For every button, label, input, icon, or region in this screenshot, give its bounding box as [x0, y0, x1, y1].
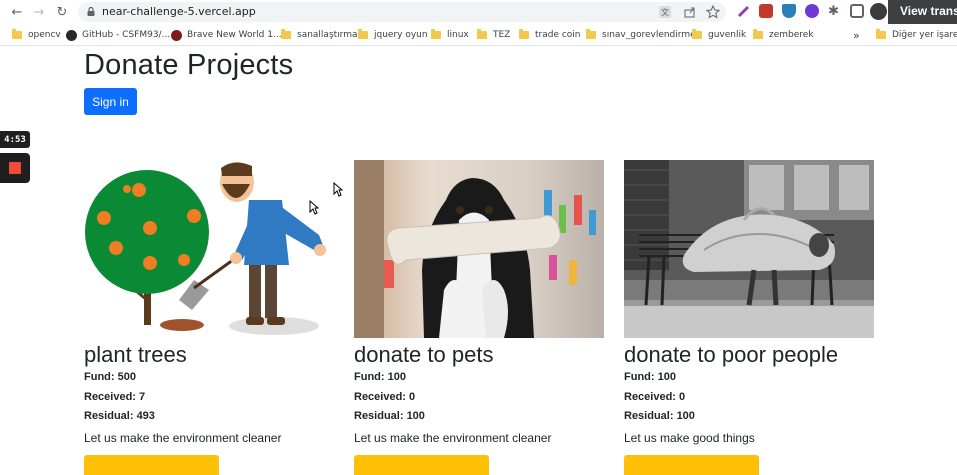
- bookmark-label: linux: [447, 30, 469, 40]
- fund-amount: Fund: 100: [624, 371, 676, 383]
- project-title: donate to pets: [354, 342, 494, 367]
- translate-icon[interactable]: 文: [658, 5, 672, 19]
- bookmark-label: guvenlik: [708, 30, 747, 40]
- project-title: plant trees: [84, 342, 187, 367]
- folder-icon: [358, 29, 368, 39]
- bookmark-item[interactable]: TEZ: [477, 28, 510, 42]
- star-icon[interactable]: [706, 5, 720, 19]
- bookmark-label: trade coin: [535, 30, 581, 40]
- svg-text:文: 文: [661, 7, 669, 17]
- bookmark-item[interactable]: guvenlik: [692, 28, 746, 42]
- page-title: Donate Projects: [84, 49, 294, 81]
- folder-icon: [692, 29, 702, 39]
- folder-icon: [477, 29, 487, 39]
- pen-extension-icon[interactable]: [737, 4, 751, 18]
- reload-icon[interactable]: ↻: [53, 3, 71, 21]
- stop-icon: [9, 162, 21, 174]
- donate-button[interactable]: [84, 454, 219, 475]
- bookmark-label: sınav_gorevlendirme: [602, 30, 696, 40]
- project-card: donate to poor people Fund: 100 Received…: [624, 160, 874, 475]
- donate-button[interactable]: [354, 454, 489, 475]
- bookmark-item[interactable]: linux: [431, 28, 469, 42]
- fund-amount: Fund: 500: [84, 371, 136, 383]
- residual-amount: Residual: 100: [354, 410, 425, 422]
- project-card: donate to pets Fund: 100 Received: 0 Res…: [354, 160, 604, 475]
- bookmark-item[interactable]: Diğer yer işaretle: [876, 28, 957, 42]
- bookmark-item[interactable]: opencv: [12, 28, 61, 42]
- received-amount: Received: 7: [84, 390, 146, 403]
- sign-in-button[interactable]: Sign in: [84, 88, 137, 115]
- bookmark-item[interactable]: GitHub - CSFM93/...: [66, 28, 170, 42]
- project-description: Let us make the environment cleaner: [354, 430, 552, 445]
- project-card: plant trees Fund: 500 Received: 7 Residu…: [84, 160, 334, 475]
- bookmark-label: Diğer yer işaretle: [892, 30, 957, 40]
- bookmark-label: Brave New World 1...: [187, 30, 282, 40]
- folder-icon: [431, 29, 441, 39]
- url-text: near-challenge-5.vercel.app: [102, 5, 256, 18]
- received-amount: Received: 0: [354, 390, 416, 403]
- bookmark-item[interactable]: jquery oyun: [358, 28, 428, 42]
- bookmark-item[interactable]: sınav_gorevlendirme: [586, 28, 696, 42]
- purple-extension-icon[interactable]: [805, 4, 819, 18]
- bookmark-label: GitHub - CSFM93/...: [82, 30, 171, 40]
- bookmarks-bar: opencv GitHub - CSFM93/... Brave New Wor…: [0, 24, 957, 46]
- bookmarks-overflow-button[interactable]: »: [853, 28, 860, 42]
- project-description: Let us make good things: [624, 430, 755, 445]
- back-icon[interactable]: ←: [8, 3, 26, 21]
- project-description: Let us make the environment cleaner: [84, 430, 282, 445]
- person-on-bench-image: [624, 160, 874, 338]
- folder-icon: [586, 29, 596, 39]
- share-icon[interactable]: [683, 5, 697, 19]
- red-extension-icon[interactable]: [759, 4, 773, 18]
- profile-avatar[interactable]: [870, 3, 887, 20]
- bookmark-label: opencv: [28, 30, 61, 40]
- lock-icon: [87, 7, 95, 16]
- shield-extension-icon[interactable]: [782, 4, 796, 18]
- received-amount: Received: 0: [624, 390, 686, 403]
- donate-button[interactable]: [624, 454, 759, 475]
- tooltip: View trans: [888, 0, 957, 24]
- tree-planting-image: [84, 160, 334, 338]
- folder-icon: [876, 29, 886, 39]
- folder-icon: [753, 29, 763, 39]
- puzzle-icon[interactable]: ✱: [828, 4, 842, 18]
- bookmark-label: »: [853, 28, 860, 42]
- dog-with-bone-image: [354, 160, 604, 338]
- residual-amount: Residual: 493: [84, 410, 155, 422]
- browser-toolbar: ← → ↻ near-challenge-5.vercel.app 文 ✱ Vi…: [0, 0, 957, 24]
- brave-icon: [171, 29, 182, 41]
- recording-timer: 4:53: [0, 131, 30, 148]
- folder-icon: [12, 29, 22, 39]
- bookmark-label: zemberek: [769, 30, 814, 40]
- mouse-cursor-icon: [309, 200, 319, 215]
- bookmark-label: jquery oyun: [374, 30, 428, 40]
- mouse-cursor-icon: [333, 182, 343, 197]
- bookmark-item[interactable]: Brave New World 1...: [171, 28, 282, 42]
- residual-amount: Residual: 100: [624, 410, 695, 422]
- bookmark-item[interactable]: zemberek: [753, 28, 814, 42]
- github-icon: [66, 29, 77, 41]
- bookmark-item[interactable]: trade coin: [519, 28, 581, 42]
- bookmark-label: TEZ: [493, 30, 511, 40]
- fund-amount: Fund: 100: [354, 371, 406, 383]
- sidebar-icon[interactable]: [850, 4, 864, 18]
- folder-icon: [519, 29, 529, 39]
- bookmark-item[interactable]: sanallaştırma: [281, 28, 357, 42]
- address-bar[interactable]: near-challenge-5.vercel.app 文: [78, 2, 726, 22]
- bookmark-label: sanallaştırma: [297, 30, 358, 40]
- stop-recording-button[interactable]: [0, 153, 30, 183]
- folder-icon: [281, 29, 291, 39]
- project-title: donate to poor people: [624, 342, 839, 367]
- forward-icon[interactable]: →: [30, 3, 48, 21]
